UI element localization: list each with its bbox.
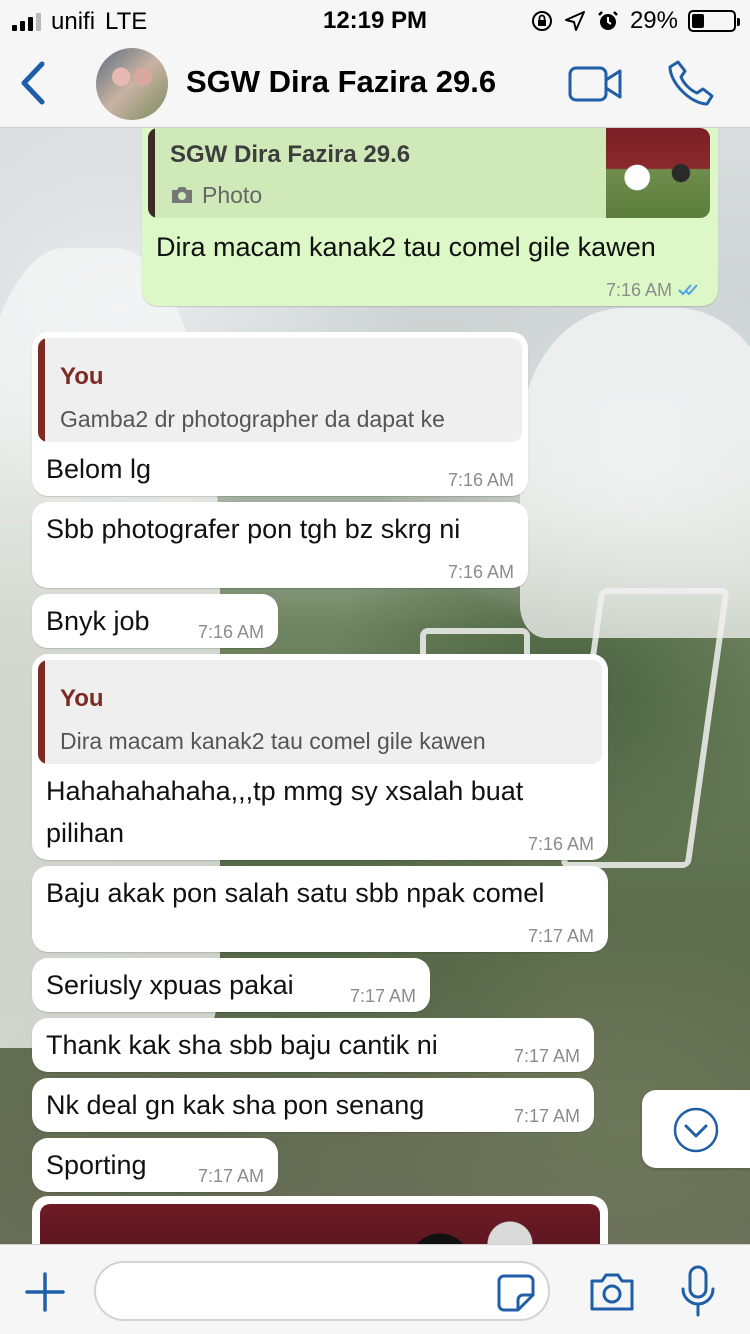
message-time-text: 7:16 AM <box>605 280 672 300</box>
message-text: Dira macam kanak2 tau comel gile kawen <box>156 232 656 262</box>
message-text: Sporting <box>46 1150 147 1180</box>
message-incoming[interactable]: You Dira macam kanak2 tau comel gile kaw… <box>32 654 608 860</box>
message-input[interactable] <box>94 1261 550 1321</box>
message-incoming[interactable]: Nk deal gn kak sha pon senang 7:17 AM <box>32 1078 594 1132</box>
message-incoming[interactable]: You Gamba2 dr photographer da dapat ke B… <box>32 332 528 496</box>
battery-level <box>692 14 704 28</box>
quoted-message[interactable]: You Dira macam kanak2 tau comel gile kaw… <box>38 660 602 764</box>
message-text: Seriusly xpuas pakai <box>46 970 294 1000</box>
quote-author: You <box>60 363 104 390</box>
message-text: Baju akak pon salah satu sbb npak comel <box>46 878 545 908</box>
message-incoming[interactable]: Thank kak sha sbb baju cantik ni 7:17 AM <box>32 1018 594 1072</box>
message-incoming[interactable]: Baju akak pon salah satu sbb npak comel … <box>32 866 608 952</box>
quote-text: Dira macam kanak2 tau comel gile kawen <box>60 728 486 754</box>
message-text-line-1: Hahahahahaha,,,tp mmg sy xsalah buat <box>46 776 524 806</box>
quote-photo-label: Photo <box>170 174 262 216</box>
message-text: Bnyk job <box>46 606 150 636</box>
quote-type: Photo <box>202 182 263 208</box>
message-time: 7:17 AM <box>349 986 416 1006</box>
message-incoming[interactable]: Sporting 7:17 AM <box>32 1138 278 1192</box>
quote-author: SGW Dira Fazira 29.6 <box>170 141 411 168</box>
message-time: 7:17 AM <box>197 1166 264 1186</box>
contact-name[interactable]: SGW Dira Fazira 29.6 <box>186 64 496 100</box>
message-incoming[interactable]: Bnyk job 7:16 AM <box>32 594 278 648</box>
message-text: Thank kak sha sbb baju cantik ni <box>46 1030 438 1060</box>
message-time: 7:16 AM <box>527 834 594 854</box>
message-text-line-2: pilihan <box>46 818 125 848</box>
back-chevron-icon[interactable] <box>14 58 54 108</box>
camera-small-icon <box>172 187 192 203</box>
battery-icon <box>688 10 740 32</box>
microphone-icon[interactable] <box>680 1265 716 1317</box>
status-right: 29% <box>530 7 740 35</box>
status-bar: unifi LTE 12:19 PM 29% <box>0 0 750 40</box>
quoted-message[interactable]: You Gamba2 dr photographer da dapat ke <box>38 338 522 442</box>
message-time: 7:17 AM <box>513 1046 580 1066</box>
message-time: 7:16 AM <box>447 470 514 490</box>
quote-text: Gamba2 dr photographer da dapat ke <box>60 406 445 432</box>
quote-photo-thumbnail <box>606 128 710 218</box>
alarm-icon <box>598 11 618 30</box>
message-incoming[interactable]: Sbb photografer pon tgh bz skrg ni 7:16 … <box>32 502 528 588</box>
plus-icon[interactable] <box>24 1271 66 1313</box>
message-time: 7:17 AM <box>527 926 594 946</box>
message-incoming[interactable]: Seriusly xpuas pakai 7:17 AM <box>32 958 430 1012</box>
message-text: Nk deal gn kak sha pon senang <box>46 1090 425 1120</box>
phone-icon[interactable] <box>666 58 716 108</box>
read-ticks-icon <box>678 284 698 296</box>
message-time: 7:16 AM <box>197 622 264 642</box>
location-arrow-icon <box>564 11 585 31</box>
quoted-message[interactable]: SGW Dira Fazira 29.6 Photo <box>148 128 710 218</box>
orientation-lock-icon <box>531 11 552 31</box>
video-call-icon[interactable] <box>568 64 622 104</box>
message-text: Sbb photografer pon tgh bz skrg ni <box>46 514 461 544</box>
battery-percent: 29% <box>629 7 678 34</box>
contact-avatar[interactable] <box>96 48 168 120</box>
scroll-to-bottom-button[interactable] <box>642 1090 750 1168</box>
message-text: Belom lg <box>46 454 152 484</box>
chat-header: SGW Dira Fazira 29.6 <box>0 40 750 128</box>
sticker-icon[interactable] <box>496 1273 536 1313</box>
message-time: 7:16 AM <box>606 280 704 300</box>
camera-icon[interactable] <box>588 1271 636 1313</box>
chevron-down-icon <box>673 1107 719 1153</box>
input-bar <box>0 1244 750 1334</box>
message-time: 7:17 AM <box>513 1106 580 1126</box>
quote-author: You <box>60 685 104 712</box>
message-outgoing[interactable]: SGW Dira Fazira 29.6 Photo Dira macam ka… <box>142 128 718 306</box>
message-time: 7:16 AM <box>447 562 514 582</box>
